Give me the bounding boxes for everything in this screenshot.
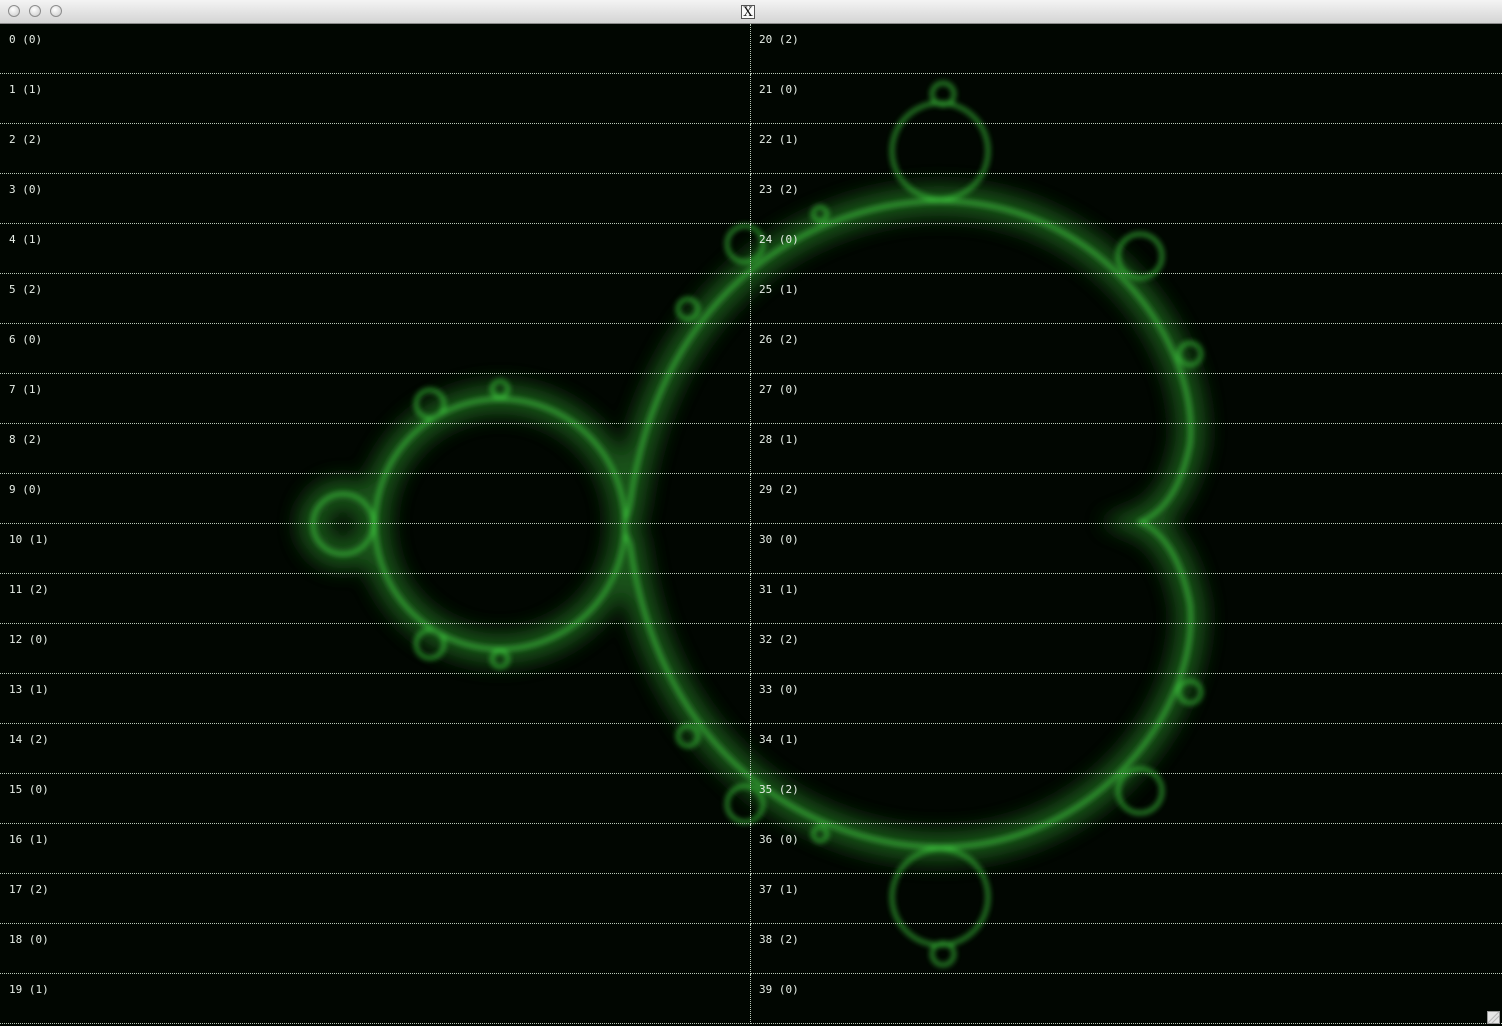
frame-cell-label: 4 (1)	[9, 233, 43, 246]
resize-grip-icon[interactable]	[1487, 1011, 1500, 1024]
render-canvas[interactable]: 0 (0) 1 (1) 2 (2) 3 (0) 4 (1) 5 (2) 6 (0) 7 (1)…	[0, 24, 1502, 1026]
frame-cell: 34 (1)	[751, 724, 1502, 774]
close-icon[interactable]	[8, 5, 20, 17]
frame-cell: 35 (2)	[751, 774, 1502, 824]
frame-cell-label: 0 (0)	[9, 33, 43, 46]
frame-cell: 17 (2)	[0, 874, 751, 924]
frame-cell: 36 (0)	[751, 824, 1502, 874]
frame-cell-label: 14 (2)	[9, 733, 49, 746]
frame-cell: 13 (1)	[0, 674, 751, 724]
frame-cell-label: 32 (2)	[759, 633, 799, 646]
frame-cell-label: 22 (1)	[759, 133, 799, 146]
frame-cell: 16 (1)	[0, 824, 751, 874]
frame-cell: 2 (2)	[0, 124, 751, 174]
frame-cell-label: 33 (0)	[759, 683, 799, 696]
frame-cell-label: 34 (1)	[759, 733, 799, 746]
frame-cell-label: 10 (1)	[9, 533, 49, 546]
x11-icon: X	[741, 5, 755, 19]
frame-cell-label: 39 (0)	[759, 983, 799, 996]
frame-cell-label: 6 (0)	[9, 333, 43, 346]
frame-cell-label: 25 (1)	[759, 283, 799, 296]
frame-cell-label: 3 (0)	[9, 183, 43, 196]
frame-cell-label: 36 (0)	[759, 833, 799, 846]
frame-cell-label: 19 (1)	[9, 983, 49, 996]
frame-cell: 19 (1)	[0, 974, 751, 1024]
frame-cell: 33 (0)	[751, 674, 1502, 724]
frame-cell: 28 (1)	[751, 424, 1502, 474]
frame-cell: 11 (2)	[0, 574, 751, 624]
frame-cell: 39 (0)	[751, 974, 1502, 1024]
frame-cell: 18 (0)	[0, 924, 751, 974]
title-bar[interactable]: X	[0, 0, 1502, 24]
frame-cell-label: 37 (1)	[759, 883, 799, 896]
frame-cell: 4 (1)	[0, 224, 751, 274]
frame-cell-label: 17 (2)	[9, 883, 49, 896]
frame-cell-label: 24 (0)	[759, 233, 799, 246]
frame-cell-label: 9 (0)	[9, 483, 43, 496]
frame-cell-label: 15 (0)	[9, 783, 49, 796]
frame-cell-label: 31 (1)	[759, 583, 799, 596]
frame-cell-label: 21 (0)	[759, 83, 799, 96]
frame-cell-label: 7 (1)	[9, 383, 43, 396]
frame-cell-label: 11 (2)	[9, 583, 49, 596]
frame-cell: 29 (2)	[751, 474, 1502, 524]
x11-window: X 0 (0) 1 (1) 2 (2) 3 (0) 4 (1) 5 (2) 6 …	[0, 0, 1502, 1026]
frame-cell: 21 (0)	[751, 74, 1502, 124]
frame-cell: 22 (1)	[751, 124, 1502, 174]
frame-cell: 14 (2)	[0, 724, 751, 774]
frame-cell-label: 8 (2)	[9, 433, 43, 446]
frame-cell-label: 30 (0)	[759, 533, 799, 546]
frame-cell-label: 38 (2)	[759, 933, 799, 946]
frame-cell: 24 (0)	[751, 224, 1502, 274]
frame-cell-label: 23 (2)	[759, 183, 799, 196]
frame-cell-label: 16 (1)	[9, 833, 49, 846]
frame-cell: 38 (2)	[751, 924, 1502, 974]
frame-cell: 26 (2)	[751, 324, 1502, 374]
frame-cell-label: 12 (0)	[9, 633, 49, 646]
frame-cell-label: 20 (2)	[759, 33, 799, 46]
frame-cell: 0 (0)	[0, 24, 751, 74]
frame-cell: 30 (0)	[751, 524, 1502, 574]
frame-cell: 27 (0)	[751, 374, 1502, 424]
frame-cell: 3 (0)	[0, 174, 751, 224]
frame-cell: 7 (1)	[0, 374, 751, 424]
frame-cell: 8 (2)	[0, 424, 751, 474]
frame-cell: 23 (2)	[751, 174, 1502, 224]
frame-cell-label: 26 (2)	[759, 333, 799, 346]
zoom-icon[interactable]	[50, 5, 62, 17]
minimize-icon[interactable]	[29, 5, 41, 17]
frame-cell-label: 28 (1)	[759, 433, 799, 446]
frame-cell: 15 (0)	[0, 774, 751, 824]
frame-cell: 5 (2)	[0, 274, 751, 324]
frame-cell: 12 (0)	[0, 624, 751, 674]
frame-cell-label: 35 (2)	[759, 783, 799, 796]
frame-cell: 20 (2)	[751, 24, 1502, 74]
frame-cell: 9 (0)	[0, 474, 751, 524]
frame-cell: 31 (1)	[751, 574, 1502, 624]
frame-cell-label: 2 (2)	[9, 133, 43, 146]
frame-cell: 1 (1)	[0, 74, 751, 124]
frame-cell-label: 1 (1)	[9, 83, 43, 96]
frame-cell-label: 5 (2)	[9, 283, 43, 296]
frame-cell: 6 (0)	[0, 324, 751, 374]
frame-cell-label: 13 (1)	[9, 683, 49, 696]
frame-cell-label: 27 (0)	[759, 383, 799, 396]
frame-cell: 32 (2)	[751, 624, 1502, 674]
frame-cell: 37 (1)	[751, 874, 1502, 924]
frame-cell-label: 18 (0)	[9, 933, 49, 946]
frame-cell-label: 29 (2)	[759, 483, 799, 496]
frame-cell: 25 (1)	[751, 274, 1502, 324]
frame-cell: 10 (1)	[0, 524, 751, 574]
